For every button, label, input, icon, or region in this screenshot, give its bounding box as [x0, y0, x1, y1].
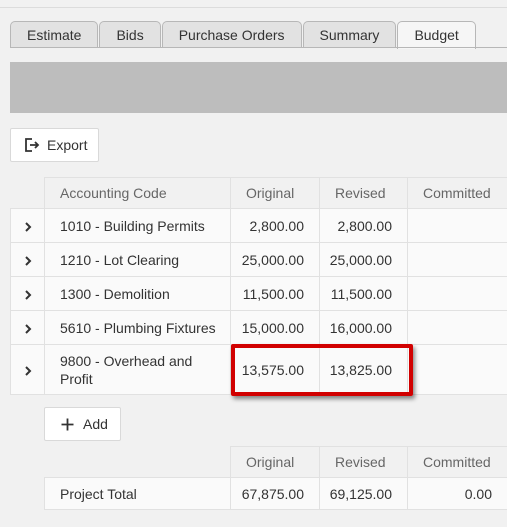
column-header[interactable]: Original [230, 177, 320, 209]
chevron-right-icon [24, 222, 31, 232]
table-row[interactable]: 1210 - Lot Clearing 25,000.00 25,000.00 [10, 242, 507, 277]
original-cell: 13,575.00 [230, 344, 320, 395]
expand-row-button[interactable] [10, 242, 45, 277]
expand-row-button[interactable] [10, 310, 45, 345]
tab-budget[interactable]: Budget [397, 21, 476, 49]
top-divider [0, 7, 507, 8]
table-header-row: Accounting Code Original Revised Committ… [10, 177, 507, 209]
committed-cell [407, 276, 507, 311]
table-row[interactable]: 5610 - Plumbing Fixtures 15,000.00 16,00… [10, 310, 507, 345]
original-cell: 25,000.00 [230, 242, 320, 277]
column-header[interactable]: Revised [319, 177, 408, 209]
header-band [10, 62, 507, 113]
chevron-right-icon [24, 256, 31, 266]
tab-bar: Estimate Bids Purchase Orders Summary Bu… [10, 21, 477, 49]
totals-header-blank [44, 446, 231, 478]
accounting-code-cell: 1210 - Lot Clearing [44, 242, 231, 277]
total-committed-cell: 0.00 [407, 477, 507, 510]
accounting-code-cell: 5610 - Plumbing Fixtures [44, 310, 231, 345]
chevron-right-icon [24, 366, 31, 376]
revised-cell: 2,800.00 [319, 208, 408, 243]
expander-header [10, 177, 45, 209]
accounting-code-cell: 1010 - Building Permits [44, 208, 231, 243]
column-header: Original [230, 446, 320, 478]
column-header[interactable]: Accounting Code [44, 177, 231, 209]
total-revised-cell: 69,125.00 [319, 477, 408, 510]
chevron-right-icon [24, 290, 31, 300]
committed-cell [407, 242, 507, 277]
table-row[interactable]: 1010 - Building Permits 2,800.00 2,800.0… [10, 208, 507, 243]
column-header[interactable]: Committed [407, 177, 507, 209]
table-row[interactable]: 1300 - Demolition 11,500.00 11,500.00 [10, 276, 507, 311]
table-row[interactable]: 9800 - Overhead and Profit 13,575.00 13,… [10, 344, 507, 395]
accounting-code-cell: 1300 - Demolition [44, 276, 231, 311]
expand-row-button[interactable] [10, 208, 45, 243]
tab-underline [10, 47, 507, 48]
total-original-cell: 67,875.00 [230, 477, 320, 510]
export-button[interactable]: Export [10, 128, 99, 162]
accounting-code-cell: 9800 - Overhead and Profit [44, 344, 231, 395]
column-header: Revised [319, 446, 408, 478]
revised-cell: 16,000.00 [319, 310, 408, 345]
committed-cell [407, 344, 507, 395]
add-button[interactable]: Add [44, 407, 121, 441]
expand-row-button[interactable] [10, 276, 45, 311]
tab-bids[interactable]: Bids [99, 21, 161, 48]
chevron-right-icon [24, 324, 31, 334]
totals-header-row: Original Revised Committed [44, 446, 507, 478]
revised-cell: 13,825.00 [319, 344, 408, 395]
committed-cell [407, 310, 507, 345]
project-total-row: Project Total 67,875.00 69,125.00 0.00 [44, 477, 507, 510]
export-icon [25, 138, 40, 152]
tab-purchase-orders[interactable]: Purchase Orders [161, 21, 302, 48]
revised-cell: 11,500.00 [319, 276, 408, 311]
expand-row-button[interactable] [10, 344, 45, 395]
original-cell: 15,000.00 [230, 310, 320, 345]
totals-table: Original Revised Committed Project Total… [44, 446, 507, 510]
add-label: Add [83, 416, 108, 432]
tab-summary[interactable]: Summary [302, 21, 397, 48]
tab-estimate[interactable]: Estimate [10, 21, 99, 48]
revised-cell: 25,000.00 [319, 242, 408, 277]
column-header: Committed [407, 446, 507, 478]
export-label: Export [47, 137, 88, 153]
project-total-label: Project Total [44, 477, 231, 510]
committed-cell [407, 208, 507, 243]
budget-table: Accounting Code Original Revised Committ… [10, 177, 507, 395]
plus-icon [61, 418, 74, 430]
original-cell: 2,800.00 [230, 208, 320, 243]
original-cell: 11,500.00 [230, 276, 320, 311]
